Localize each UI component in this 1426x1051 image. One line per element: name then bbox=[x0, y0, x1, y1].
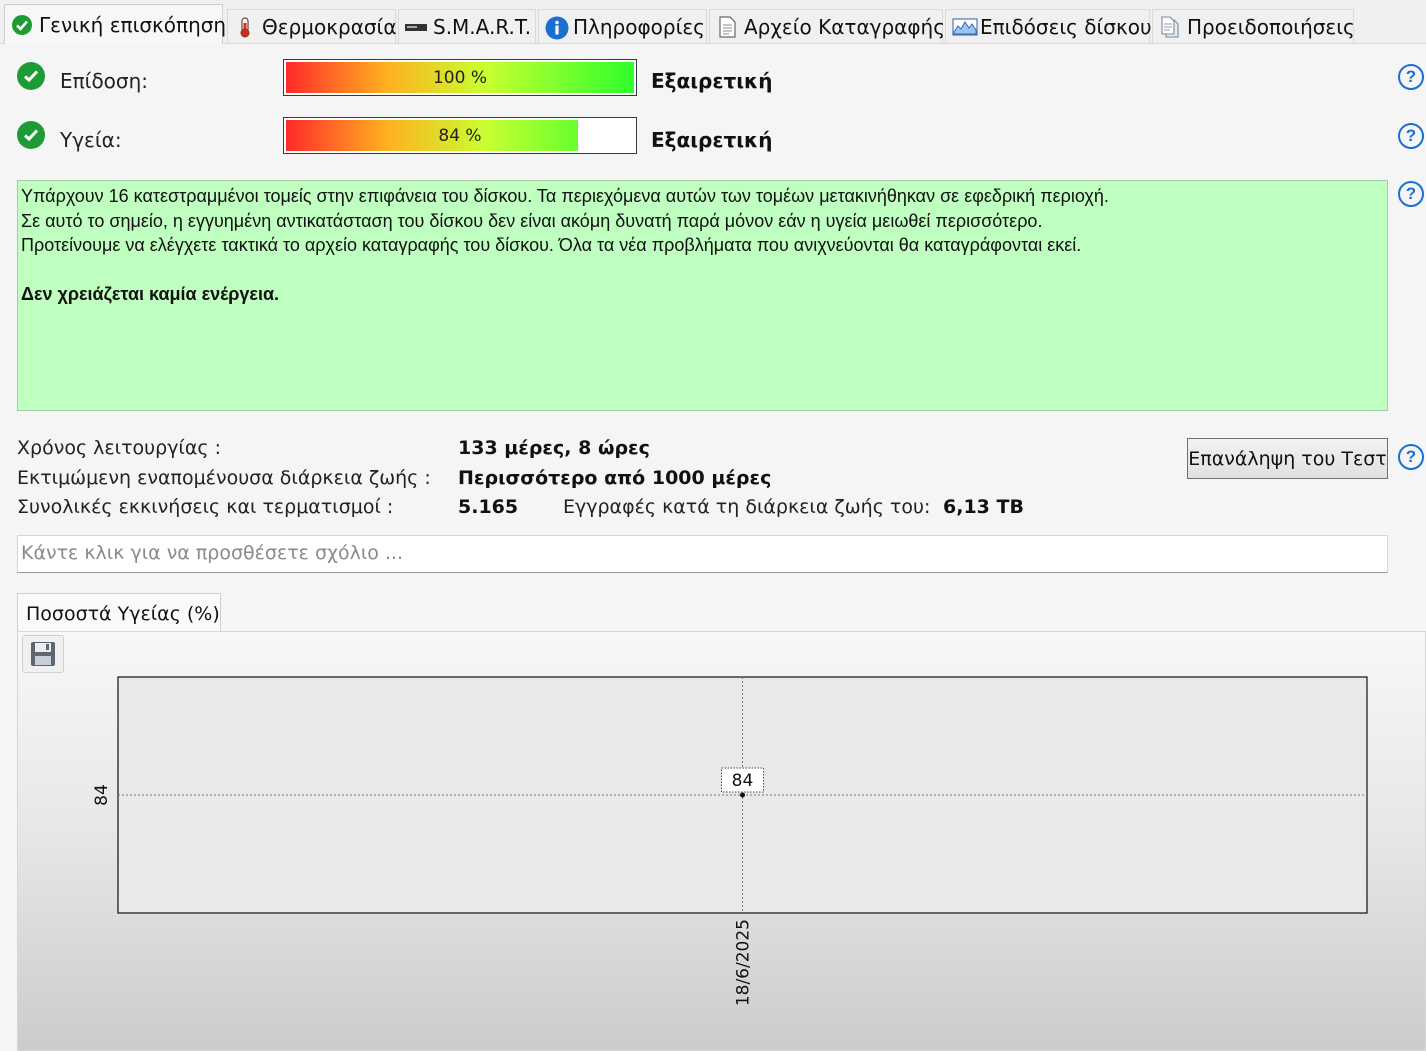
data-point bbox=[740, 792, 745, 798]
y-tick-label: 84 bbox=[92, 784, 112, 806]
data-label: 84 bbox=[732, 771, 754, 791]
tab-label: Γενική επισκόπηση bbox=[39, 12, 227, 37]
x-tick-label: 18/6/2025 bbox=[734, 919, 754, 1006]
health-chart: 84 18/6/2025 84 bbox=[92, 676, 1368, 1006]
tab-overview[interactable]: Γενική επισκόπηση bbox=[4, 4, 227, 44]
check-circle-icon bbox=[11, 14, 33, 36]
